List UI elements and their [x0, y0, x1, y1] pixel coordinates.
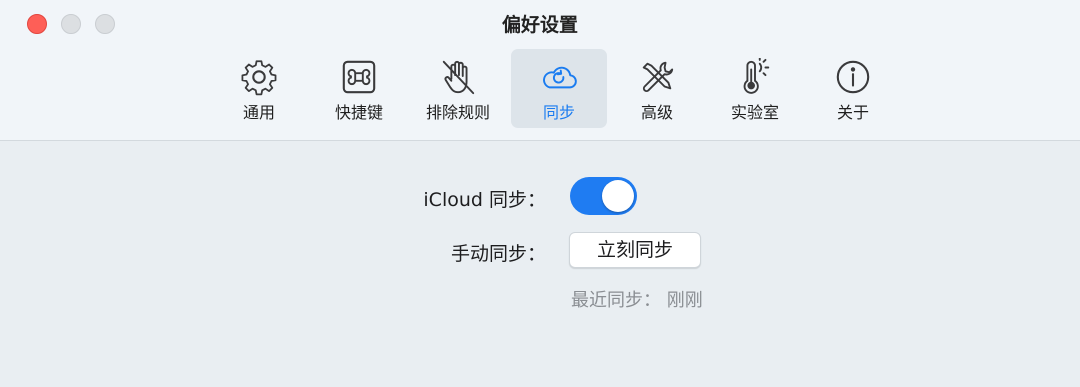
tab-lab[interactable]: 实验室 [707, 49, 803, 128]
tab-label: 快捷键 [334, 103, 383, 122]
tab-label: 关于 [836, 103, 869, 122]
last-sync-status: 最近同步： 刚刚 [571, 286, 703, 312]
tab-about[interactable]: 关于 [805, 49, 901, 128]
preferences-window: 偏好设置 通用 快捷键 排除规则 同步 高级 实验室 关于 iCloud 同步：… [0, 0, 1080, 387]
tab-sync[interactable]: 同步 [511, 49, 607, 128]
sync-now-button[interactable]: 立刻同步 [569, 232, 701, 268]
toggle-knob [602, 180, 634, 212]
cloud-sync-icon [539, 57, 579, 97]
command-key-icon [339, 57, 379, 97]
icloud-sync-toggle[interactable] [570, 177, 637, 215]
manual-sync-label: 手动同步： [450, 243, 546, 265]
tools-icon [637, 57, 677, 97]
thermometer-icon [735, 57, 775, 97]
last-sync-label: 最近同步： [571, 290, 661, 311]
tab-shortcuts[interactable]: 快捷键 [311, 49, 407, 128]
info-icon [833, 57, 873, 97]
tab-label: 排除规则 [425, 103, 490, 122]
tab-advanced[interactable]: 高级 [609, 49, 705, 128]
hand-slash-icon [438, 57, 478, 97]
tab-label: 通用 [242, 103, 275, 122]
tab-exclusion-rules[interactable]: 排除规则 [410, 49, 506, 128]
icloud-sync-label: iCloud 同步： [423, 189, 546, 211]
last-sync-value: 刚刚 [666, 290, 703, 311]
gear-icon [239, 57, 279, 97]
toolbar: 偏好设置 通用 快捷键 排除规则 同步 高级 实验室 关于 [0, 0, 1080, 141]
tab-general[interactable]: 通用 [211, 49, 307, 128]
tab-label: 实验室 [730, 103, 779, 122]
tab-label: 同步 [542, 103, 575, 122]
tab-bar: 通用 快捷键 排除规则 同步 高级 实验室 关于 [0, 49, 1080, 128]
window-title: 偏好设置 [501, 14, 578, 36]
tab-label: 高级 [640, 103, 673, 122]
